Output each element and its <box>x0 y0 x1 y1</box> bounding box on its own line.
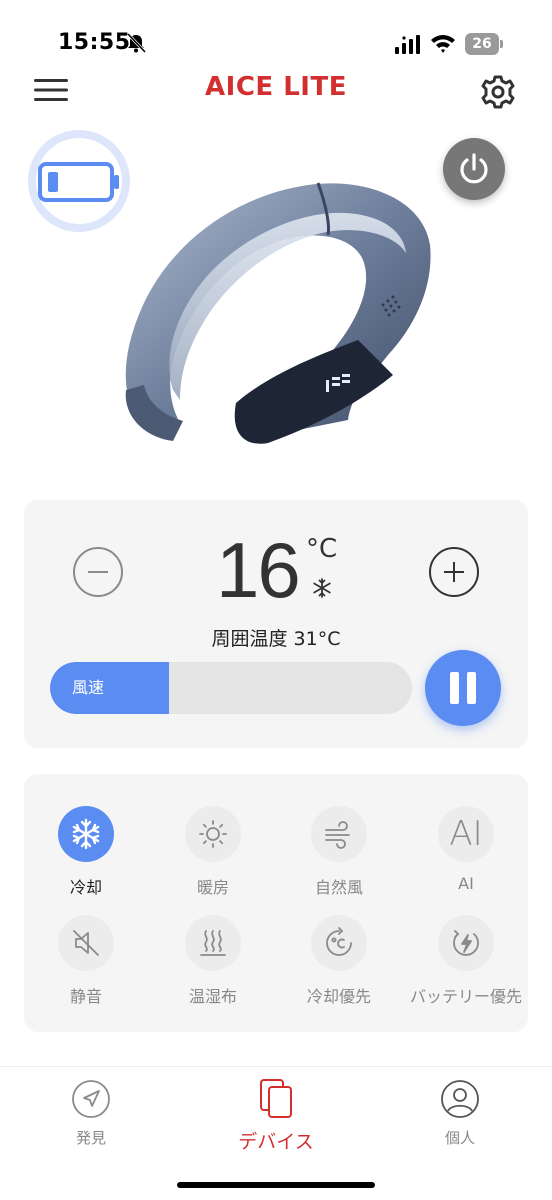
mode-cooling-label: 冷却 <box>69 878 102 897</box>
mode-quiet[interactable]: 静音 <box>24 915 148 1007</box>
status-battery-level: 26 <box>472 36 492 52</box>
ambient-temperature-label: 周囲温度 31°C <box>211 628 341 650</box>
snowflake-icon <box>72 818 100 850</box>
snowflake-icon <box>313 578 331 598</box>
fan-speed-label: 風速 <box>72 678 105 697</box>
mode-warm-compress[interactable]: 温湿布 <box>151 915 275 1007</box>
pause-bar-left <box>450 672 459 704</box>
wifi-icon <box>431 35 455 53</box>
mode-natural-wind-label: 自然風 <box>314 878 363 897</box>
fan-speed-slider[interactable]: 風速 <box>50 662 412 714</box>
user-icon <box>441 1080 479 1118</box>
tab-profile[interactable]: 個人 <box>390 1079 530 1148</box>
home-indicator <box>177 1182 375 1188</box>
celsius-icon <box>326 927 352 956</box>
device-image <box>125 182 431 444</box>
tab-devices[interactable]: デバイス <box>206 1077 346 1154</box>
mute-speaker-icon <box>73 930 99 956</box>
mode-battery-priority-label: バッテリー優先 <box>409 987 522 1006</box>
power-icon <box>460 153 488 184</box>
battery-charge-icon <box>453 930 479 956</box>
mode-warm-compress-circle <box>185 915 241 971</box>
mode-natural-wind-circle <box>311 806 367 862</box>
mode-ai-circle: AI <box>438 806 494 862</box>
status-bar: 15:55 26 <box>0 0 552 70</box>
tab-discover-label: 発見 <box>75 1129 106 1147</box>
mode-battery-priority[interactable]: バッテリー優先 <box>404 915 528 1007</box>
bell-mute-icon <box>126 32 147 54</box>
signal-icon <box>395 35 420 54</box>
tab-profile-label: 個人 <box>444 1129 475 1147</box>
tab-bar: 発見 デバイス 個人 <box>0 1066 552 1200</box>
fan-speed-fill <box>50 662 170 714</box>
navigation-arrow-icon <box>72 1080 110 1118</box>
wind-icon <box>325 821 350 849</box>
mode-heating-circle <box>185 806 241 862</box>
mode-heating-label: 暖房 <box>196 878 229 897</box>
tab-devices-label: デバイス <box>238 1131 314 1153</box>
decrease-temperature-button[interactable] <box>73 547 123 597</box>
app-title: AICE LITE <box>205 72 347 102</box>
mode-cooling-circle <box>58 806 114 862</box>
mode-cooling-priority[interactable]: 冷却優先 <box>277 915 401 1007</box>
tab-discover[interactable]: 発見 <box>21 1079 161 1148</box>
mode-cooling-priority-label: 冷却優先 <box>306 987 371 1006</box>
mode-heating[interactable]: 暖房 <box>151 806 275 898</box>
mode-battery-priority-circle <box>438 915 494 971</box>
ai-icon: AI <box>449 814 483 854</box>
battery-low-icon <box>38 162 119 202</box>
temperature-unit: °C <box>306 534 338 564</box>
increase-temperature-button[interactable] <box>429 547 479 597</box>
temperature-value: 16 <box>216 526 301 614</box>
mode-warm-compress-label: 温湿布 <box>188 987 237 1006</box>
heat-waves-icon <box>200 930 226 956</box>
mode-ai-label: AI <box>458 874 474 893</box>
devices-icon <box>260 1079 292 1118</box>
header: AICE LITE <box>0 68 552 112</box>
status-time: 15:55 <box>58 30 131 55</box>
pause-button[interactable] <box>425 650 501 726</box>
mode-quiet-circle <box>58 915 114 971</box>
mode-ai[interactable]: AI AI <box>404 806 528 893</box>
mode-quiet-label: 静音 <box>69 987 102 1006</box>
device-battery-indicator <box>28 130 130 232</box>
sun-icon <box>199 820 227 848</box>
app-screen: 15:55 26 AICE LITE 16 °C 周囲温度 31°C 風速 冷却… <box>0 0 552 1200</box>
power-button[interactable] <box>443 138 505 200</box>
status-battery-icon: 26 <box>465 33 503 55</box>
pause-bar-right <box>467 672 476 704</box>
gear-icon[interactable] <box>480 74 516 110</box>
mode-cooling[interactable]: 冷却 <box>24 806 148 898</box>
mode-natural-wind[interactable]: 自然風 <box>277 806 401 898</box>
mode-cooling-priority-circle <box>311 915 367 971</box>
